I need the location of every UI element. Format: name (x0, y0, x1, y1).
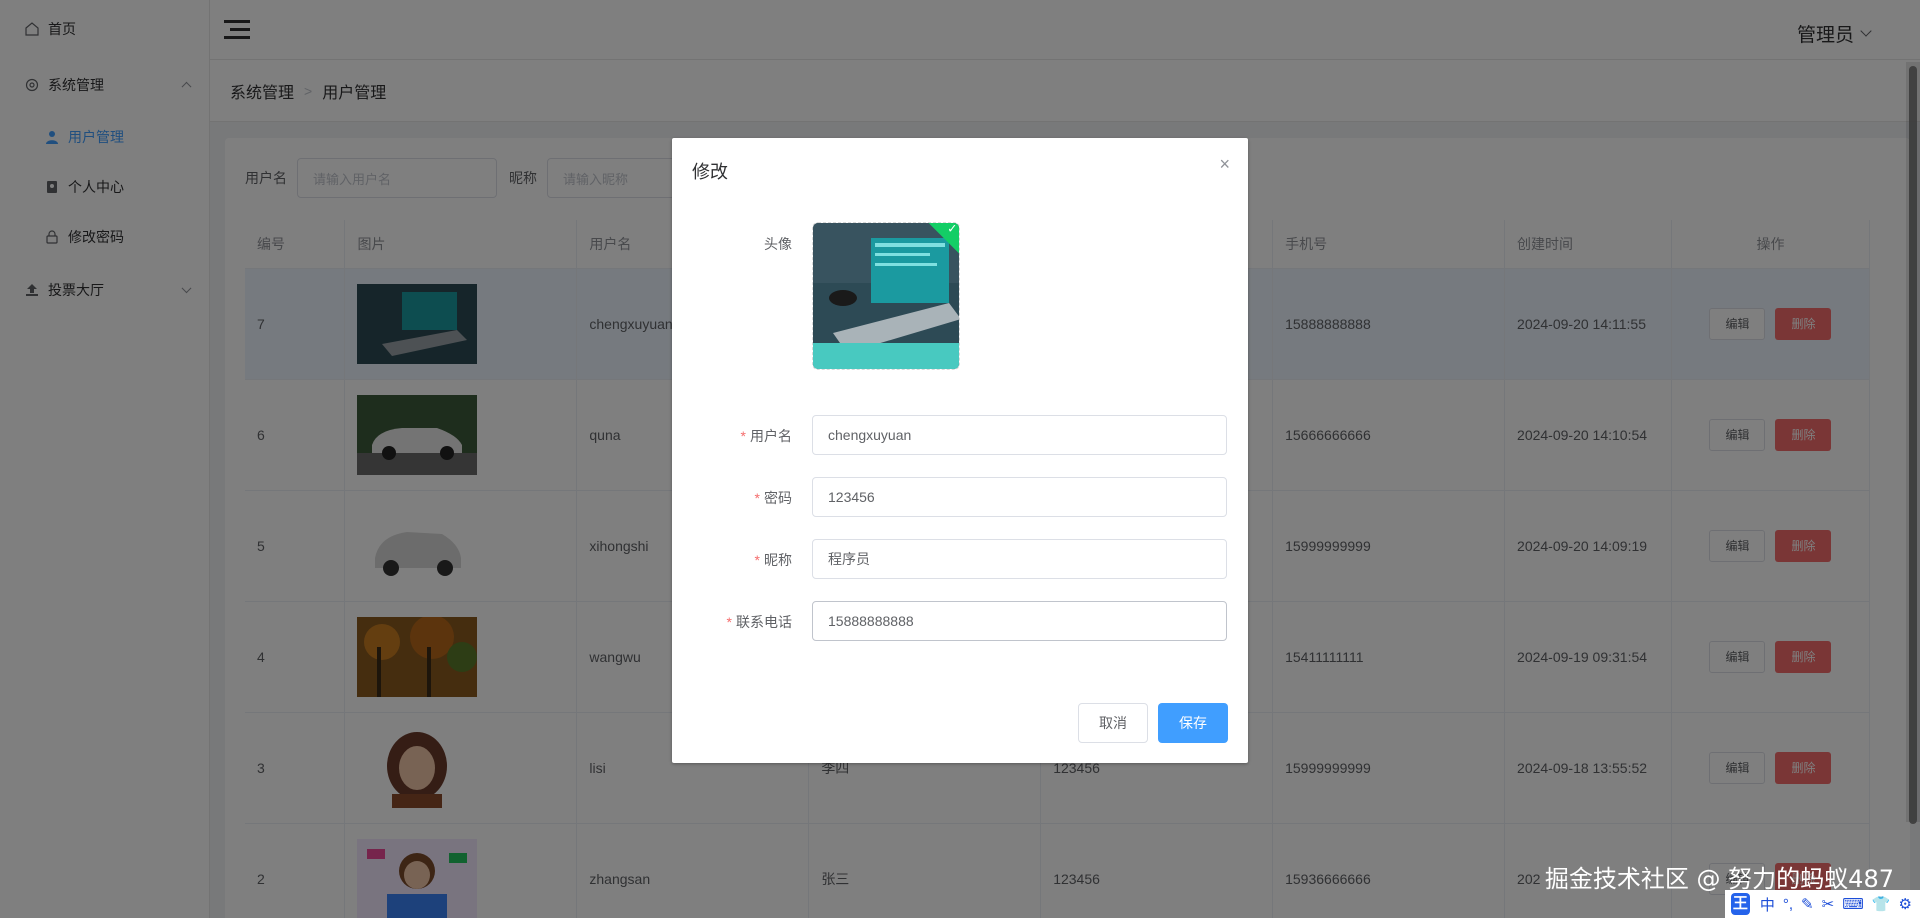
check-icon: ✓ (947, 222, 958, 236)
required-mark: * (726, 614, 732, 630)
edit-user-dialog: 修改 × 头像 ✓ * 用户名 chengxuyuan * 密码 123456 * 昵… (672, 138, 1248, 763)
nickname-input[interactable]: 程序员 (812, 539, 1227, 579)
username-input[interactable]: chengxuyuan (812, 415, 1227, 455)
scissors-icon[interactable]: ✂ (1822, 895, 1835, 913)
ime-mode-toggle[interactable]: 中 (1760, 894, 1775, 915)
username-label-text: 用户名 (750, 428, 792, 444)
skin-icon[interactable]: 👕 (1872, 895, 1891, 913)
nickname-label-text: 昵称 (764, 552, 792, 568)
password-label-text: 密码 (764, 490, 792, 506)
close-icon[interactable]: × (1219, 154, 1230, 175)
save-button[interactable]: 保存 (1158, 703, 1228, 743)
required-mark: * (754, 490, 760, 506)
phone-label: * 联系电话 (672, 612, 792, 632)
username-label: * 用户名 (672, 426, 792, 446)
dialog-title: 修改 (692, 162, 728, 182)
watermark: 掘金技术社区 @ 努力的蚂蚁487 (1544, 865, 1894, 893)
phone-input[interactable]: 15888888888 (812, 601, 1227, 641)
nickname-label: * 昵称 (672, 550, 792, 570)
punctuation-icon[interactable]: °, (1783, 896, 1793, 913)
ime-logo-icon[interactable]: 王 (1731, 893, 1750, 915)
avatar-uploader[interactable]: ✓ (812, 222, 960, 370)
password-label: * 密码 (672, 488, 792, 508)
required-mark: * (740, 428, 746, 444)
handwriting-icon[interactable]: ✎ (1801, 895, 1814, 913)
settings-icon[interactable]: ⚙ (1899, 895, 1912, 913)
phone-label-text: 联系电话 (736, 614, 792, 630)
required-mark: * (754, 552, 760, 568)
cancel-button[interactable]: 取消 (1078, 703, 1148, 743)
avatar-image (813, 223, 959, 369)
ime-toolbar: 王 中 °, ✎ ✂ ⌨ 👕 ⚙ (1725, 890, 1920, 918)
password-input[interactable]: 123456 (812, 477, 1227, 517)
avatar-label: 头像 (764, 236, 792, 252)
keyboard-icon[interactable]: ⌨ (1842, 895, 1864, 913)
